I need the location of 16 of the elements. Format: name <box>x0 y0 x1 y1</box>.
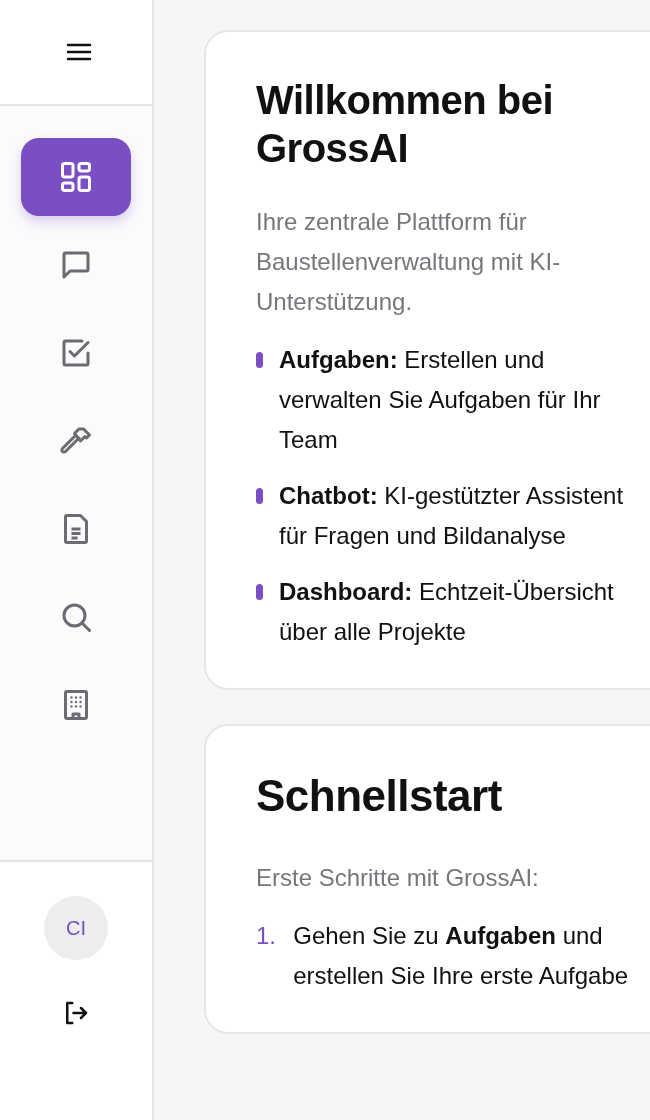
card-title: Willkommen bei GrossAI <box>256 77 555 172</box>
menu-icon[interactable] <box>66 42 92 62</box>
intro-text: Erste Schritte mit GrossAI: <box>256 863 540 893</box>
feature-text: Dashboard: Echtzeit-Übersicht über alle Projekte <box>279 577 615 647</box>
dashboard-nav-button[interactable] <box>21 138 131 216</box>
intro-text: Ihre zentrale Plattform für Baustellenverwaltung mit KI-Unterstützung. <box>256 207 562 317</box>
user-avatar[interactable]: CI <box>44 896 108 960</box>
feature-text: Chatbot: KI-gestützter Assistent für Fragen und Bildanalyse <box>279 481 625 551</box>
bullet-icon <box>256 584 263 600</box>
step-text: Gehen Sie zu Aufgaben und erstellen Sie Ihre erste Aufgabe <box>293 921 630 991</box>
dashboard-icon <box>58 159 94 195</box>
card-title: Schnellstart <box>256 770 503 822</box>
bullet-icon <box>256 352 263 368</box>
step-number: 1. <box>256 921 277 951</box>
bullet-icon <box>256 488 263 504</box>
feature-text: Aufgaben: Erstellen und verwalten Sie Aufgaben für Ihr Team <box>279 345 602 455</box>
